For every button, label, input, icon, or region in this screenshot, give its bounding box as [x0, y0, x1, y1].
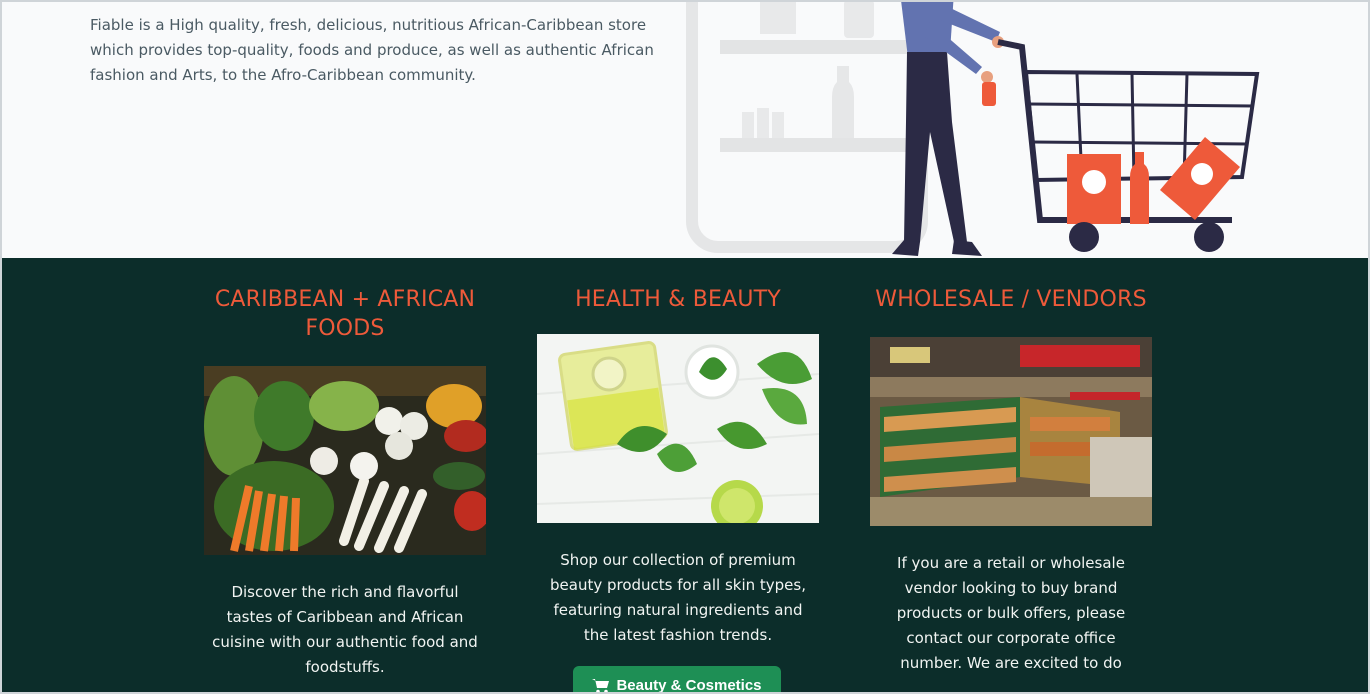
- category-title: WHOLESALE / VENDORS: [875, 287, 1147, 312]
- category-foods: CARIBBEAN + AFRICAN FOODS Discover the r…: [195, 258, 495, 680]
- hero-description: Fiable is a High quality, fresh, delicio…: [90, 16, 654, 84]
- button-label: Beauty & Cosmetics: [616, 677, 762, 694]
- shopping-cart-illustration: [686, 2, 1260, 256]
- category-description: Discover the rich and flavorful tastes o…: [212, 583, 478, 676]
- category-description: If you are a retail or wholesale vendor …: [896, 554, 1126, 672]
- beauty-cosmetics-button[interactable]: Beauty & Cosmetics: [573, 666, 781, 694]
- supermarket-aisle-image: [870, 337, 1152, 526]
- oil-and-herbs-image: [537, 334, 819, 523]
- page-frame: Fiable is a High quality, fresh, delicio…: [0, 0, 1370, 694]
- shopping-cart-icon: [592, 679, 610, 692]
- hero-section: Fiable is a High quality, fresh, delicio…: [2, 2, 1368, 258]
- category-title: CARIBBEAN + AFRICAN FOODS: [214, 287, 476, 341]
- categories-section: CARIBBEAN + AFRICAN FOODS Discover the r…: [2, 258, 1368, 692]
- category-wholesale: WHOLESALE / VENDORS If you are a retail …: [861, 258, 1161, 676]
- category-beauty: HEALTH & BEAUTY Shop our collection of p…: [528, 258, 828, 648]
- category-title: HEALTH & BEAUTY: [575, 287, 781, 312]
- vegetables-market-image: [204, 366, 486, 555]
- category-description: Shop our collection of premium beauty pr…: [550, 551, 806, 644]
